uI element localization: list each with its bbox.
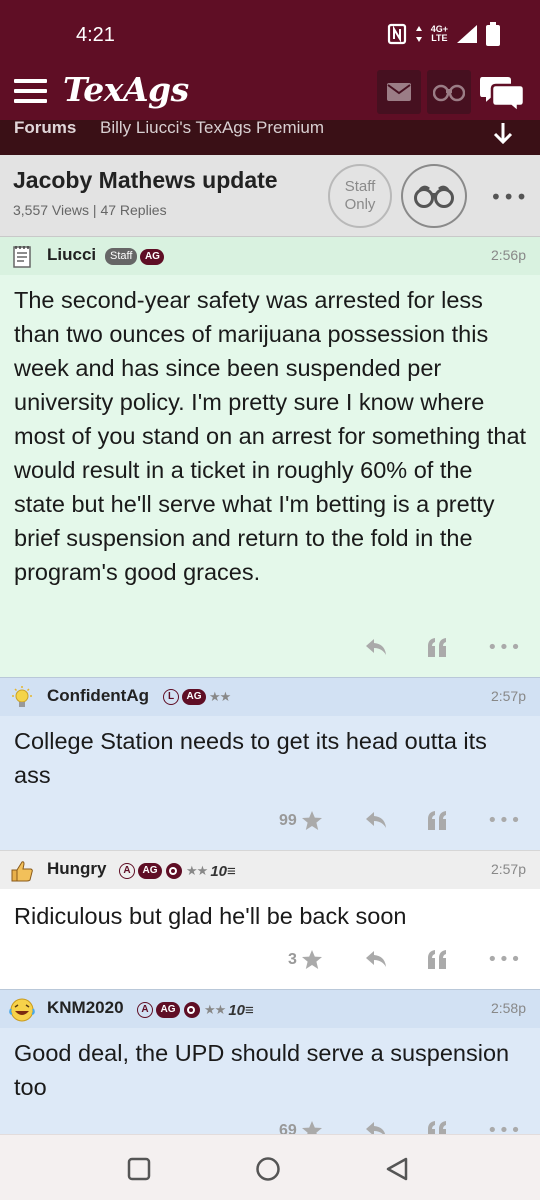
post-liucci: Liucci Staff AG 2:56p The second-year sa… [0, 237, 540, 677]
quote-icon[interactable] [426, 637, 448, 657]
ag-badge: AG [182, 689, 206, 705]
post-more-icon[interactable]: ••• [487, 637, 522, 658]
helmet-icon [166, 863, 182, 879]
topic-views: 3,557 Views [13, 202, 90, 218]
post-confidentag: ConfidentAg L AG ★★ 2:57p College Statio… [0, 677, 540, 850]
topic-meta: 3,557 Views | 47 Replies [13, 202, 167, 218]
ag-badge: AG [138, 863, 162, 879]
chat-button[interactable] [478, 70, 526, 115]
stars-badge: ★★ [204, 1002, 226, 1018]
post-username[interactable]: Hungry [47, 859, 107, 879]
stars-badge: ★★ [209, 689, 231, 705]
post-header: ConfidentAg L AG ★★ 2:57p [0, 678, 540, 716]
like-count-value: 3 [288, 950, 297, 968]
breadcrumb-forum[interactable]: Billy Liucci's TexAgs Premium [100, 120, 324, 138]
reply-icon[interactable] [364, 949, 388, 969]
post-actions: 99 ••• [0, 806, 540, 838]
post-header: KNM2020 A AG ★★ 10≡ 2:58p [0, 990, 540, 1028]
post-body: College Station needs to get its head ou… [14, 728, 487, 788]
post-username[interactable]: Liucci [47, 245, 96, 265]
notepad-icon [9, 244, 35, 270]
back-icon[interactable] [384, 1156, 410, 1182]
letter-badge: L [163, 689, 179, 705]
post-more-icon[interactable]: ••• [487, 810, 522, 831]
reply-icon[interactable] [364, 810, 388, 830]
topic-title: Jacoby Mathews update [13, 167, 278, 193]
ten-badge: 10≡ [228, 1001, 254, 1019]
breadcrumb-forums[interactable]: Forums [14, 120, 76, 138]
breadcrumb: Forums Billy Liucci's TexAgs Premium [0, 120, 540, 155]
data-arrows-icon [415, 26, 422, 42]
texags-logo[interactable]: TexAgs [63, 70, 189, 109]
post-body: Good deal, the UPD should serve a suspen… [14, 1040, 510, 1100]
network-type: 4G+ LTE [431, 25, 448, 43]
post-time: 2:58p [490, 1000, 526, 1016]
staff-only-line1: Staff [344, 178, 376, 195]
like-count-value: 99 [279, 811, 297, 829]
letter-badge: A [137, 1002, 153, 1018]
network-lte: LTE [431, 33, 448, 43]
nfc-icon [387, 23, 406, 45]
letter-badge: A [119, 863, 135, 879]
meta-separator: | [92, 202, 97, 218]
post-time: 2:56p [490, 247, 526, 263]
like-count[interactable]: 3 [288, 949, 323, 970]
star-icon [301, 950, 322, 969]
star-icon [301, 811, 322, 830]
watch-topic-button[interactable] [401, 164, 467, 228]
status-time: 4:21 [76, 24, 115, 46]
post-username[interactable]: KNM2020 [47, 998, 124, 1018]
helmet-icon [184, 1002, 200, 1018]
post-body: Ridiculous but glad he'll be back soon [14, 903, 407, 929]
post-header: Hungry A AG ★★ 10≡ 2:57p [0, 851, 540, 889]
arrow-down-icon[interactable] [492, 122, 514, 144]
ag-badge: AG [140, 248, 165, 265]
quote-icon[interactable] [426, 949, 448, 969]
ten-badge: 10≡ [210, 862, 236, 880]
ag-badge: AG [156, 1002, 180, 1018]
messages-button[interactable] [377, 70, 421, 114]
topic-header: Jacoby Mathews update 3,557 Views | 47 R… [0, 155, 540, 237]
post-time: 2:57p [490, 688, 526, 704]
menu-icon[interactable] [14, 79, 47, 103]
post-header: Liucci Staff AG 2:56p [0, 237, 540, 275]
post-body: The second-year safety was arrested for … [14, 287, 527, 585]
post-time: 2:57p [490, 861, 526, 877]
reply-icon[interactable] [364, 637, 388, 657]
chat-bubbles-icon [478, 75, 526, 115]
post-actions: 3 ••• [0, 945, 540, 977]
stars-badge: ★★ [186, 863, 208, 879]
staff-only-button[interactable]: Staff Only [328, 164, 392, 228]
system-nav-bar [0, 1134, 540, 1200]
user-badges: A AG ★★ 10≡ [137, 1001, 254, 1019]
topic-replies: 47 Replies [100, 202, 167, 218]
post-hungry: Hungry A AG ★★ 10≡ 2:57p Ridiculous but … [0, 850, 540, 989]
thumbs-up-icon [9, 858, 35, 884]
quote-icon[interactable] [426, 810, 448, 830]
status-bar: 4:21 4G+ LTE [0, 0, 540, 62]
status-icons: 4G+ LTE [387, 22, 500, 46]
staff-only-line2: Only [344, 196, 376, 213]
binoculars-icon [414, 185, 454, 208]
post-knm2020: KNM2020 A AG ★★ 10≡ 2:58p Good deal, the… [0, 989, 540, 1141]
more-options-icon[interactable]: ••• [490, 185, 528, 209]
user-badges: L AG ★★ [163, 689, 231, 705]
laughing-emoji-icon [9, 997, 35, 1023]
envelope-icon [387, 83, 411, 101]
binoculars-icon [433, 84, 465, 102]
battery-icon [486, 22, 500, 46]
user-badges: Staff AG [105, 248, 165, 265]
post-actions: ••• [0, 633, 540, 665]
post-more-icon[interactable]: ••• [487, 949, 522, 970]
app-header: TexAgs [0, 62, 540, 120]
recent-apps-icon[interactable] [127, 1157, 151, 1181]
home-icon[interactable] [255, 1156, 281, 1182]
post-username[interactable]: ConfidentAg [47, 686, 149, 706]
user-badges: A AG ★★ 10≡ [119, 862, 236, 880]
like-count[interactable]: 99 [279, 810, 323, 831]
lightbulb-icon [9, 685, 35, 711]
staff-badge: Staff [105, 248, 138, 265]
watchlist-button[interactable] [427, 70, 471, 114]
signal-icon [457, 25, 477, 43]
